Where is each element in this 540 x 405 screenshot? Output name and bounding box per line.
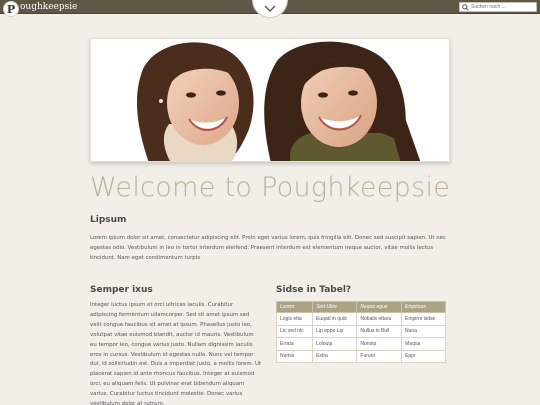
search-icon[interactable] — [460, 3, 470, 12]
table-header-cell: Sed Ultre — [312, 301, 358, 313]
table-cell: Lolouip — [312, 337, 358, 351]
page-title: Welcome to Poughkeepsie — [90, 172, 451, 203]
section-text-lipsum: Lorem ipsum dolor sit amet, consectetur … — [90, 235, 446, 261]
table-cell: Logis etta — [275, 312, 314, 326]
table-header-cell: Empirium — [401, 301, 446, 313]
section-text-semper: Integer luctus ipsum et orci ultrices ia… — [90, 302, 262, 405]
search-input[interactable] — [470, 3, 532, 11]
table-row: Logis etta Euqad in quid Nobalis ettara … — [275, 312, 446, 326]
table-cell: Nuna — [401, 324, 446, 338]
table-cell: Nobalis ettara — [356, 312, 403, 326]
section-heading-lipsum: Lipsum — [90, 215, 127, 225]
data-table: Lorem Sed Ultre Neque egue Empirium Logi… — [275, 301, 446, 363]
table-cell: Lip eppe Lip — [312, 324, 358, 338]
brand-name[interactable]: oughkeepsie — [20, 1, 77, 13]
table-header-cell: Neque egue — [356, 301, 403, 313]
hero-image — [90, 38, 450, 162]
table-cell: Furunt — [356, 349, 403, 363]
search-box[interactable] — [459, 2, 537, 12]
table-cell: Maqua — [401, 337, 446, 351]
logo-letter: P — [6, 2, 16, 16]
table-cell: Eppr — [401, 349, 446, 363]
chevron-down-icon — [264, 5, 276, 12]
table-row: Errata Lolouip Nonoip Maqua — [275, 337, 446, 351]
table-cell: Errata — [275, 337, 314, 351]
table-cell: Lic sed nic — [275, 324, 314, 338]
menu-toggle-button[interactable] — [252, 0, 288, 18]
table-row: Numis Extra Furunt Eppr — [275, 349, 446, 363]
hero-photo — [91, 39, 449, 161]
table-header-row: Lorem Sed Ultre Neque egue Empirium — [275, 301, 446, 313]
table-cell: Nullus in Bull — [356, 324, 403, 338]
table-header-cell: Lorem — [275, 301, 314, 313]
table-cell: Extra — [312, 349, 358, 363]
table-cell: Empirm sidse — [401, 312, 446, 326]
section-heading-table: Sidse in Tabel? — [276, 285, 352, 295]
table-cell: Euqad in quid — [312, 312, 358, 326]
logo-icon[interactable]: P — [3, 1, 19, 17]
table-cell: Numis — [275, 349, 314, 363]
section-heading-semper: Semper ixus — [90, 285, 153, 295]
table-row: Lic sed nic Lip eppe Lip Nullus in Bull … — [275, 324, 446, 338]
table-cell: Nonoip — [356, 337, 403, 351]
